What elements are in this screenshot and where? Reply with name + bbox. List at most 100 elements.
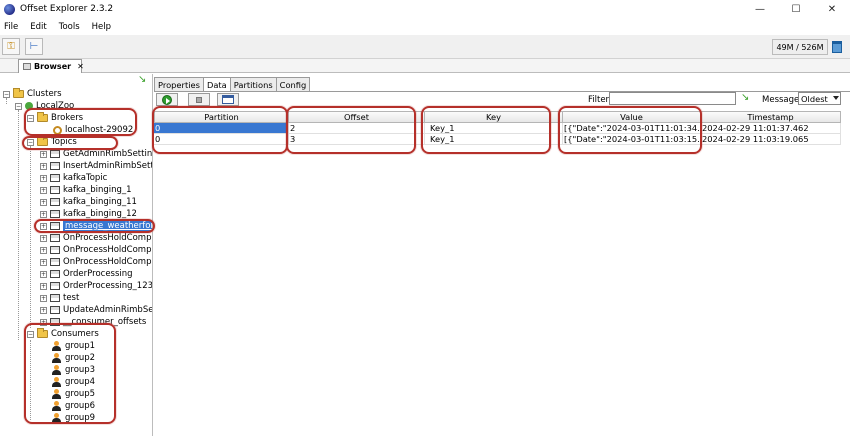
expand-icon[interactable]: + <box>40 294 47 302</box>
tree-consumer[interactable]: group1 <box>52 340 95 352</box>
maximize-button[interactable]: ☐ <box>778 0 814 18</box>
tree-consumers[interactable]: − Consumers <box>27 328 99 340</box>
browser-tab-bar: Browser ✕ <box>0 59 850 73</box>
apply-filter-icon[interactable]: ↘ <box>741 92 749 103</box>
expand-icon[interactable]: + <box>40 282 47 290</box>
table-row[interactable]: 0 3 Key_1 [{"Date":"2024-03-01T11:03:15.… <box>154 134 841 145</box>
tree-topic[interactable]: + __consumer_offsets <box>40 316 146 328</box>
tree-topic[interactable]: + InsertAdminRimbSettin <box>40 160 152 172</box>
close-window-button[interactable]: ✕ <box>814 0 850 18</box>
expand-icon[interactable]: + <box>40 258 47 266</box>
menu-file[interactable]: File <box>4 22 18 32</box>
tree-consumer[interactable]: group5 <box>52 388 95 400</box>
menu-edit[interactable]: Edit <box>30 22 46 32</box>
tab-properties[interactable]: Properties <box>154 77 204 91</box>
retrieve-button[interactable] <box>156 93 178 106</box>
chevron-down-icon <box>833 96 839 100</box>
app-logo-icon <box>4 3 15 15</box>
tree-topic[interactable]: + test <box>40 292 79 304</box>
expand-icon[interactable]: + <box>40 150 47 158</box>
collapse-icon[interactable]: − <box>27 330 34 338</box>
folder-open-icon <box>13 88 24 98</box>
topic-icon <box>50 162 60 170</box>
tree-consumer[interactable]: group3 <box>52 364 95 376</box>
tree-topic[interactable]: + OnProcessHoldComple <box>40 232 152 244</box>
broker-icon <box>53 125 62 135</box>
expand-icon[interactable]: + <box>40 270 47 278</box>
collapse-icon[interactable]: − <box>3 90 10 98</box>
tree-consumer[interactable]: group6 <box>52 400 95 412</box>
tree-consumer[interactable]: group9 <box>52 412 95 424</box>
topic-icon <box>50 222 60 230</box>
table-view-button[interactable] <box>217 93 239 106</box>
menu-tools[interactable]: Tools <box>59 22 80 32</box>
tree-topic[interactable]: + GetAdminRimbSettings <box>40 148 152 160</box>
close-tab-icon[interactable]: ✕ <box>77 62 84 71</box>
table-row[interactable]: 0 2 Key_1 [{"Date":"2024-03-01T11:01:34.… <box>154 123 841 134</box>
detail-tabs: Properties Data Partitions Config <box>154 77 311 92</box>
tree-brokers[interactable]: − Brokers <box>27 112 83 124</box>
expand-icon[interactable]: + <box>40 174 47 182</box>
messages-select[interactable]: Oldest <box>798 92 841 105</box>
tree-consumer[interactable]: group4 <box>52 376 95 388</box>
consumer-group-icon <box>52 377 61 387</box>
expand-icon[interactable]: + <box>40 210 47 218</box>
expand-icon[interactable]: + <box>40 234 47 242</box>
column-key[interactable]: Key <box>425 111 563 123</box>
collapse-icon[interactable]: − <box>15 102 22 110</box>
title-bar: Offset Explorer 2.3.2 — ☐ ✕ <box>0 0 850 18</box>
expand-icon[interactable]: + <box>40 222 47 230</box>
tree-topic[interactable]: + OnProcessHoldComple <box>40 244 152 256</box>
expand-icon[interactable]: + <box>40 186 47 194</box>
expand-icon[interactable]: + <box>40 318 47 326</box>
tree-broker[interactable]: localhost-29092 <box>53 124 133 136</box>
column-offset[interactable]: Offset <box>289 111 425 123</box>
column-timestamp[interactable]: Timestamp <box>701 111 841 123</box>
menu-bar: File Edit Tools Help <box>0 18 850 35</box>
garbage-collect-icon[interactable] <box>832 41 842 53</box>
column-value[interactable]: Value <box>563 111 701 123</box>
window-title: Offset Explorer 2.3.2 <box>20 4 114 14</box>
window-controls: — ☐ ✕ <box>742 0 850 18</box>
tab-partitions[interactable]: Partitions <box>229 77 277 91</box>
table-icon <box>222 95 234 104</box>
tree-topic[interactable]: + kafka_binging_1 <box>40 184 132 196</box>
column-partition[interactable]: Partition <box>154 111 289 123</box>
tree-clusters[interactable]: − Clusters <box>3 88 62 100</box>
expand-icon[interactable]: + <box>40 246 47 254</box>
consumer-group-icon <box>52 353 61 363</box>
tree-topic[interactable]: + UpdateAdminRimbSett <box>40 304 152 316</box>
collapse-icon[interactable]: − <box>27 114 34 122</box>
tree-icon: ⊢ <box>29 41 39 52</box>
tab-config[interactable]: Config <box>275 77 311 91</box>
tree-topic-selected[interactable]: +message_weatherforec <box>40 220 152 232</box>
tree-cluster-localzoo[interactable]: − LocalZoo <box>15 100 74 112</box>
add-connection-button[interactable]: ⚿ <box>2 38 20 55</box>
tree-topic[interactable]: + kafka_binging_11 <box>40 196 137 208</box>
tree-view-button[interactable]: ⊢ <box>25 38 43 55</box>
browser-tab[interactable]: Browser ✕ <box>18 59 84 73</box>
stop-button[interactable] <box>188 93 210 106</box>
minimize-button[interactable]: — <box>742 0 778 18</box>
tree-topic[interactable]: + OrderProcessing <box>40 268 133 280</box>
collapse-icon[interactable]: − <box>27 138 34 146</box>
expand-icon[interactable]: + <box>40 306 47 314</box>
tree-consumer[interactable]: group2 <box>52 352 95 364</box>
tab-data[interactable]: Data <box>202 77 231 92</box>
memory-indicator: 49M / 526M <box>772 39 842 55</box>
tree-topic[interactable]: + OrderProcessing_123 <box>40 280 152 292</box>
consumer-group-icon <box>52 401 61 411</box>
filter-input[interactable] <box>609 92 736 105</box>
menu-help[interactable]: Help <box>92 22 111 32</box>
tree-topics[interactable]: − Topics <box>27 136 77 148</box>
tree-topic[interactable]: + kafka_binging_12 <box>40 208 137 220</box>
expand-icon[interactable]: + <box>40 162 47 170</box>
tree-topic[interactable]: + kafkaTopic <box>40 172 107 184</box>
expand-icon[interactable]: + <box>40 198 47 206</box>
refresh-arrow-icon[interactable]: ↘ <box>138 74 146 85</box>
tree-topic[interactable]: + OnProcessHoldComple <box>40 256 152 268</box>
data-panel: Properties Data Partitions Config Filter… <box>154 74 850 436</box>
topic-icon <box>50 234 60 242</box>
topic-icon <box>50 306 60 314</box>
browser-tab-label: Browser <box>34 62 72 71</box>
